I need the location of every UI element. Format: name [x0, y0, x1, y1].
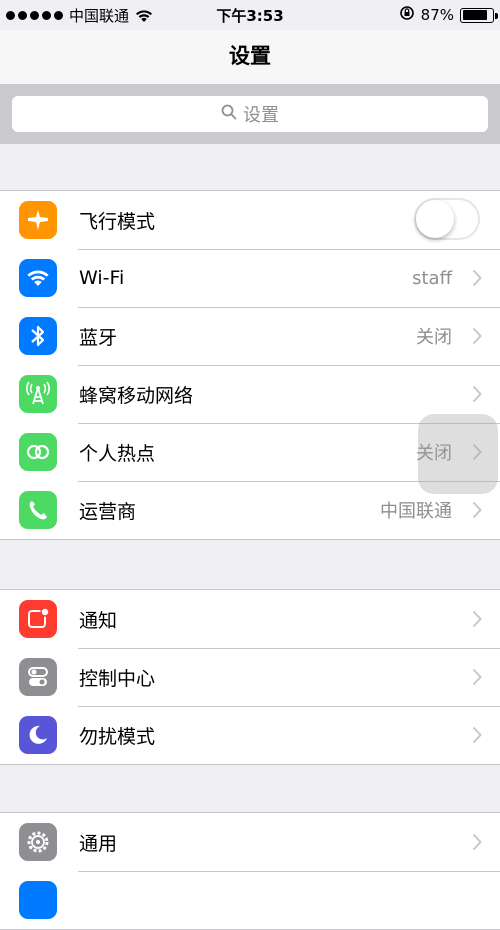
moon-icon	[19, 716, 57, 754]
row-label: 蓝牙	[79, 326, 118, 349]
chevron-right-icon	[472, 327, 482, 349]
status-right: 87%	[399, 5, 498, 25]
search-input[interactable]: 设置	[12, 96, 488, 132]
row-label: Wi-Fi	[79, 267, 125, 289]
row-label: 通知	[79, 609, 118, 632]
chevron-right-icon	[472, 726, 482, 748]
battery-icon	[460, 7, 498, 23]
row-airplane-mode[interactable]: 飞行模式	[0, 191, 500, 249]
control-center-icon	[19, 658, 57, 696]
cellular-icon	[19, 375, 57, 413]
chevron-right-icon	[472, 668, 482, 690]
row-label: 通用	[79, 832, 118, 855]
wifi-icon	[19, 259, 57, 297]
chevron-right-icon	[472, 269, 482, 291]
hotspot-icon	[19, 433, 57, 471]
display-icon	[19, 881, 57, 919]
row-general[interactable]: 通用	[0, 813, 500, 871]
search-icon	[221, 104, 237, 125]
settings-group-system: 通知 控制中心 勿扰模式	[0, 589, 500, 765]
row-label: 勿扰模式	[79, 725, 156, 748]
battery-percent: 87%	[420, 6, 454, 24]
row-cellular[interactable]: 蜂窝移动网络	[0, 365, 500, 423]
row-label: 个人热点	[79, 442, 156, 465]
row-value: 关闭	[416, 327, 452, 348]
chevron-right-icon	[472, 501, 482, 523]
settings-group-general: 通用	[0, 812, 500, 930]
chevron-right-icon	[472, 385, 482, 407]
phone-icon	[19, 491, 57, 529]
rotation-lock-icon	[399, 5, 415, 25]
row-label: 控制中心	[79, 667, 156, 690]
row-wifi[interactable]: Wi-Fi staff	[0, 249, 500, 307]
gear-icon	[19, 823, 57, 861]
page-title: 设置	[229, 44, 271, 68]
row-control-center[interactable]: 控制中心	[0, 648, 500, 706]
row-value: staff	[412, 267, 452, 289]
navigation-bar: 设置	[0, 30, 500, 84]
notifications-icon	[19, 600, 57, 638]
chevron-right-icon	[472, 833, 482, 855]
airplane-mode-toggle[interactable]	[414, 198, 480, 240]
row-bluetooth[interactable]: 蓝牙 关闭	[0, 307, 500, 365]
row-notifications[interactable]: 通知	[0, 590, 500, 648]
search-placeholder: 设置	[243, 105, 279, 126]
status-bar: 中国联通 下午3:53 87%	[0, 0, 500, 30]
airplane-icon	[19, 201, 57, 239]
assistive-touch-button[interactable]	[418, 414, 498, 494]
row-label: 蜂窝移动网络	[79, 384, 194, 407]
search-bar-area: 设置	[0, 84, 500, 144]
bluetooth-icon	[19, 317, 57, 355]
row-label: 运营商	[79, 500, 137, 523]
row-next-partial[interactable]	[0, 871, 500, 929]
row-value: 中国联通	[380, 501, 452, 522]
row-do-not-disturb[interactable]: 勿扰模式	[0, 706, 500, 764]
row-label: 飞行模式	[79, 210, 156, 233]
chevron-right-icon	[472, 610, 482, 632]
